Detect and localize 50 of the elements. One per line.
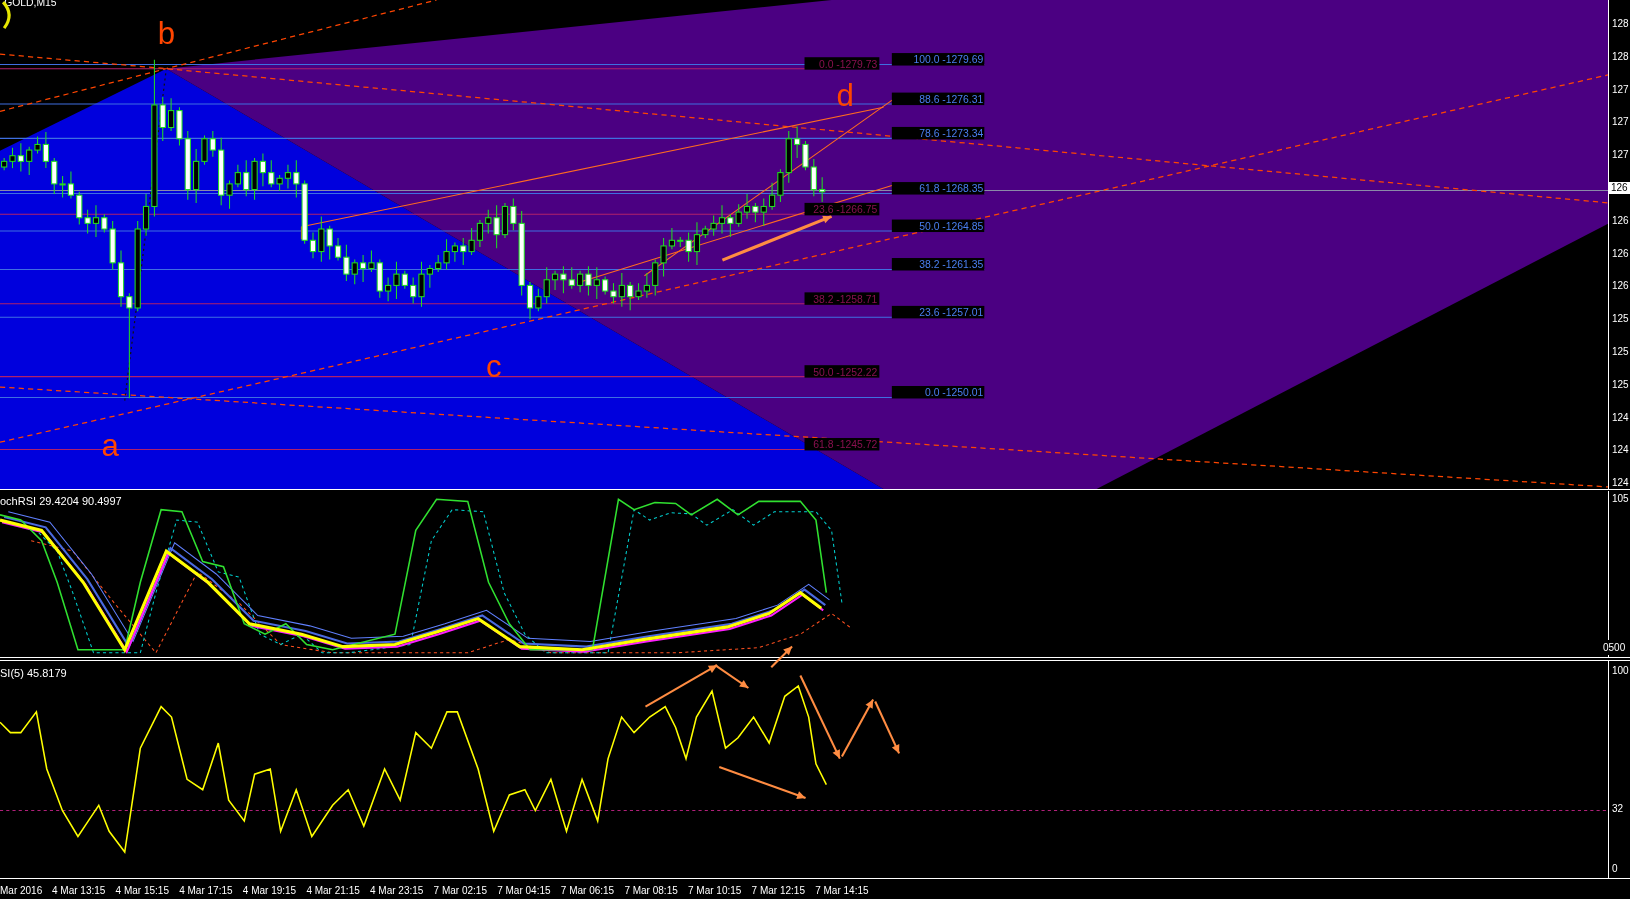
scale-label: 100: [1612, 664, 1629, 678]
price-label: 126: [1612, 214, 1629, 227]
time-label: 7 Mar 08:15: [624, 884, 678, 898]
price-label: 125: [1612, 346, 1629, 358]
time-label: 7 Mar 02:15: [433, 884, 487, 898]
fib-level-label: 0.0 -1250.01: [891, 386, 985, 399]
time-label: Mar 2016: [0, 884, 43, 898]
indicator-label: ochRSI 29.4204 90.4997: [0, 494, 122, 509]
price-label: 124: [1612, 411, 1629, 424]
time-label: 4 Mar 15:15: [115, 884, 169, 898]
scale-label: 0: [1612, 862, 1618, 876]
arrow: [874, 701, 901, 754]
fib-level-label: 50.0 -1252.22: [804, 365, 880, 378]
time-label: 4 Mar 17:15: [179, 884, 233, 898]
time-label: 7 Mar 12:15: [751, 884, 805, 898]
price-label: 127: [1612, 83, 1629, 96]
fib-level-label: 38.2 -1258.71: [804, 292, 880, 305]
price-label: 125: [1612, 378, 1629, 391]
scale-label: 105: [1612, 492, 1629, 506]
fib-level-label: 61.8 -1245.72: [804, 438, 880, 451]
time-label: 4 Mar 13:15: [52, 884, 106, 898]
price-label: 124: [1612, 444, 1629, 457]
price-label: 124: [1612, 477, 1629, 490]
wave-label: c: [485, 348, 502, 384]
price-label: 126: [1612, 247, 1629, 260]
price-label: 126: [1612, 280, 1629, 293]
time-label: 4 Mar 23:15: [370, 884, 424, 898]
arrow: [770, 645, 793, 668]
indicator-label: SI(5) 45.8179: [0, 666, 67, 681]
price-label: 127: [1612, 116, 1629, 129]
symbol-label: GOLD,M15: [4, 0, 57, 9]
current-price-label: 126: [1609, 182, 1630, 194]
price-label: 128: [1612, 50, 1629, 63]
time-label: 4 Mar 21:15: [306, 884, 360, 898]
scale-label: 32: [1612, 802, 1624, 816]
wave-label: d: [836, 78, 854, 114]
fib-level-label: 0.0 -1279.73: [804, 57, 880, 70]
time-label: 7 Mar 06:15: [560, 884, 615, 898]
price-label: 128: [1612, 18, 1629, 30]
price-label: 125: [1612, 313, 1629, 326]
fib-level-label: 100.0 -1279.69: [891, 53, 985, 66]
price-label: 127: [1612, 149, 1629, 162]
time-label: 4 Mar 19:15: [242, 884, 297, 898]
fib-level-label: 61.8 -1268.35: [891, 182, 985, 195]
time-label: 7 Mar 10:15: [688, 884, 742, 898]
time-label: 7 Mar 04:15: [497, 884, 551, 898]
scale-label: 0500: [1603, 640, 1626, 655]
wave-label: b: [157, 15, 175, 51]
fib-level-label: 38.2 -1261.35: [891, 258, 985, 271]
time-label: 7 Mar 14:15: [815, 884, 869, 898]
